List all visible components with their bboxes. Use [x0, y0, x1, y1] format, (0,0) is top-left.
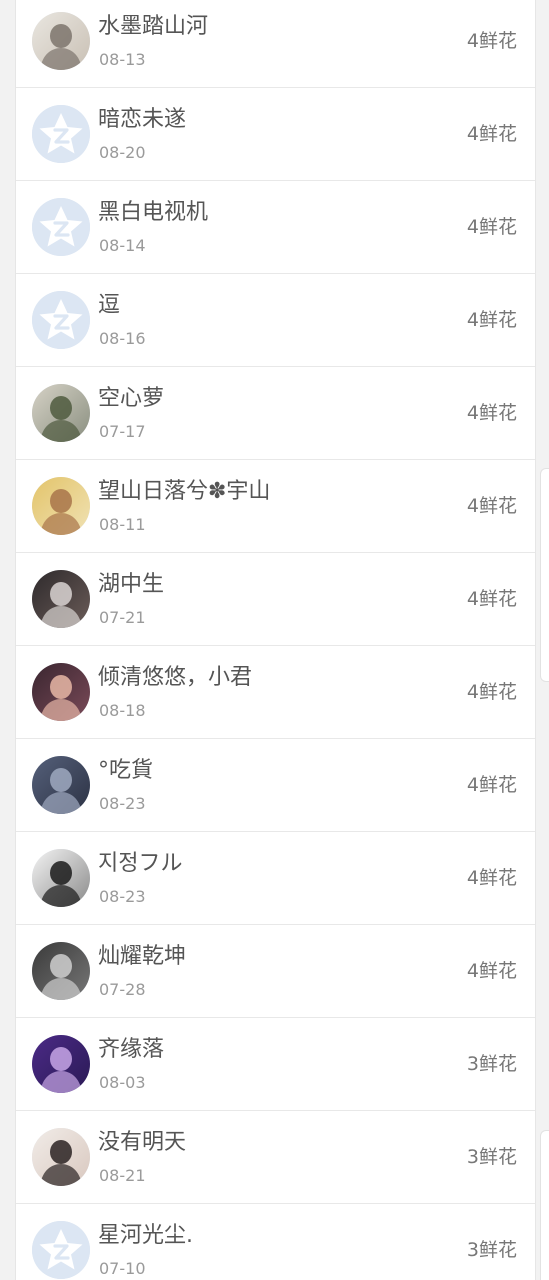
- flower-count: 4鲜花: [466, 402, 517, 424]
- gift-date: 07-10: [99, 1259, 146, 1278]
- gift-date: 08-20: [99, 143, 146, 162]
- gift-date: 08-16: [99, 329, 146, 348]
- flower-count: 4鲜花: [466, 681, 517, 703]
- user-name: 没有明天: [98, 1130, 187, 1155]
- user-name: 灿耀乾坤: [98, 944, 187, 969]
- user-name: 齐缘落: [98, 1037, 165, 1062]
- default-avatar-icon[interactable]: [32, 105, 90, 163]
- avatar[interactable]: [32, 663, 90, 721]
- avatar[interactable]: [32, 756, 90, 814]
- avatar[interactable]: [32, 849, 90, 907]
- list-item[interactable]: °吃貨 08-23 4鲜花: [16, 739, 535, 832]
- flower-count: 3鲜花: [466, 1146, 517, 1168]
- flower-count: 4鲜花: [466, 30, 517, 52]
- gift-date: 08-03: [99, 1073, 146, 1092]
- user-name: 水墨踏山河: [98, 14, 209, 39]
- user-name: 望山日落兮✽宇山: [98, 479, 271, 504]
- avatar[interactable]: [32, 12, 90, 70]
- list-item[interactable]: 空心萝 07-17 4鲜花: [16, 367, 535, 460]
- avatar[interactable]: [32, 1035, 90, 1093]
- list-item[interactable]: 没有明天 08-21 3鲜花: [16, 1111, 535, 1204]
- user-name: 星河光尘.: [98, 1223, 193, 1248]
- default-avatar-icon[interactable]: [32, 1221, 90, 1279]
- gift-date: 07-17: [99, 422, 146, 441]
- flower-ranking-card: 水墨踏山河 08-13 4鲜花 暗恋未遂 08-20 4鲜花 黑白电视机 08-14 4鲜花…: [15, 0, 536, 1280]
- flower-count: 4鲜花: [466, 123, 517, 145]
- list-item[interactable]: 倾清悠悠，小君 08-18 4鲜花: [16, 646, 535, 739]
- list-item[interactable]: 湖中生 07-21 4鲜花: [16, 553, 535, 646]
- flower-count: 3鲜花: [466, 1239, 517, 1261]
- flower-count: 4鲜花: [466, 588, 517, 610]
- user-name: 空心萝: [98, 386, 165, 411]
- flower-count: 4鲜花: [466, 867, 517, 889]
- gift-date: 08-21: [99, 1166, 146, 1185]
- avatar[interactable]: [32, 570, 90, 628]
- gift-date: 08-23: [99, 794, 146, 813]
- flower-ranking-list: 水墨踏山河 08-13 4鲜花 暗恋未遂 08-20 4鲜花 黑白电视机 08-14 4鲜花…: [16, 0, 535, 1280]
- flower-count: 4鲜花: [466, 774, 517, 796]
- flower-count: 4鲜花: [466, 960, 517, 982]
- screen: 水墨踏山河 08-13 4鲜花 暗恋未遂 08-20 4鲜花 黑白电视机 08-14 4鲜花…: [0, 0, 549, 1280]
- user-name: 逗: [98, 293, 121, 318]
- default-avatar-icon[interactable]: [32, 291, 90, 349]
- flower-count: 4鲜花: [466, 216, 517, 238]
- gift-date: 07-28: [99, 980, 146, 999]
- list-item[interactable]: 星河光尘. 07-10 3鲜花: [16, 1204, 535, 1280]
- avatar[interactable]: [32, 384, 90, 442]
- list-item[interactable]: 齐缘落 08-03 3鲜花: [16, 1018, 535, 1111]
- list-item[interactable]: 灿耀乾坤 07-28 4鲜花: [16, 925, 535, 1018]
- gift-date: 08-14: [99, 236, 146, 255]
- user-name: °吃貨: [98, 758, 154, 783]
- right-edge-tab-lower[interactable]: [540, 1130, 549, 1280]
- list-item[interactable]: 지정フル 08-23 4鲜花: [16, 832, 535, 925]
- flower-count: 4鲜花: [466, 309, 517, 331]
- flower-count: 3鲜花: [466, 1053, 517, 1075]
- user-name: 倾清悠悠，小君: [98, 665, 253, 690]
- user-name: 湖中生: [98, 572, 165, 597]
- user-name: 暗恋未遂: [98, 107, 187, 132]
- list-item[interactable]: 暗恋未遂 08-20 4鲜花: [16, 88, 535, 181]
- flower-count: 4鲜花: [466, 495, 517, 517]
- default-avatar-icon[interactable]: [32, 198, 90, 256]
- user-name: 지정フル: [98, 851, 183, 876]
- list-item[interactable]: 望山日落兮✽宇山 08-11 4鲜花: [16, 460, 535, 553]
- list-item[interactable]: 水墨踏山河 08-13 4鲜花: [16, 0, 535, 88]
- avatar[interactable]: [32, 1128, 90, 1186]
- user-name: 黑白电视机: [98, 200, 209, 225]
- right-edge-tab-upper[interactable]: [540, 468, 549, 682]
- gift-date: 08-18: [99, 701, 146, 720]
- avatar[interactable]: [32, 477, 90, 535]
- gift-date: 08-13: [99, 50, 146, 69]
- list-item[interactable]: 黑白电视机 08-14 4鲜花: [16, 181, 535, 274]
- list-item[interactable]: 逗 08-16 4鲜花: [16, 274, 535, 367]
- gift-date: 08-23: [99, 887, 146, 906]
- gift-date: 08-11: [99, 515, 146, 534]
- gift-date: 07-21: [99, 608, 146, 627]
- avatar[interactable]: [32, 942, 90, 1000]
